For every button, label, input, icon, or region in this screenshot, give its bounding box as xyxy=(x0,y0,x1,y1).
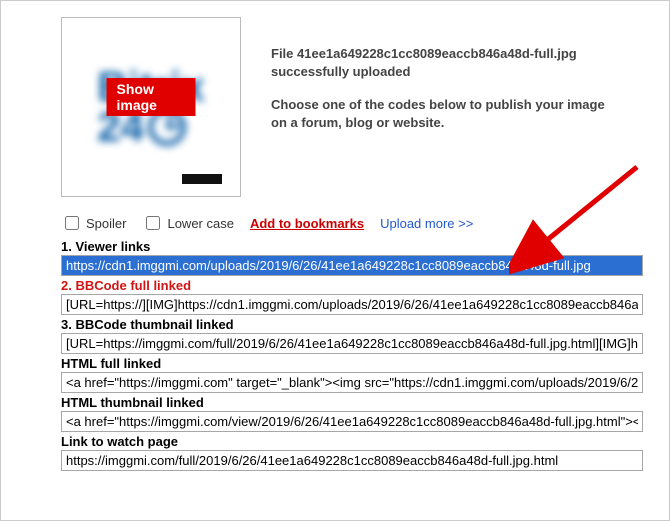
viewer-links-label: 1. Viewer links xyxy=(61,239,643,254)
upload-info: File 41ee1a649228c1cc8089eaccb846a48d-fu… xyxy=(271,45,611,147)
watch-page-input[interactable] xyxy=(61,450,643,471)
html-thumb-label: HTML thumbnail linked xyxy=(61,395,643,410)
html-full-input[interactable] xyxy=(61,372,643,393)
watch-page-label: Link to watch page xyxy=(61,434,643,449)
spoiler-label: Spoiler xyxy=(86,216,126,231)
bbcode-thumb-label: 3. BBCode thumbnail linked xyxy=(61,317,643,332)
html-thumb-input[interactable] xyxy=(61,411,643,432)
lowercase-label: Lower case xyxy=(167,216,233,231)
html-full-label: HTML full linked xyxy=(61,356,643,371)
lowercase-checkbox[interactable] xyxy=(146,216,160,230)
redacted-bar xyxy=(182,174,222,184)
add-to-bookmarks-link[interactable]: Add to bookmarks xyxy=(250,216,364,231)
page-frame: Bitrix 24 Show image File 41ee1a649228c1… xyxy=(0,0,670,521)
upload-instructions: Choose one of the codes below to publish… xyxy=(271,96,611,131)
uploaded-filename: 41ee1a649228c1cc8089eaccb846a48d-full.jp… xyxy=(297,46,577,61)
bbcode-full-input[interactable] xyxy=(61,294,643,315)
spoiler-checkbox[interactable] xyxy=(65,216,79,230)
upload-more-link[interactable]: Upload more >> xyxy=(380,216,473,231)
viewer-links-input[interactable] xyxy=(61,255,643,276)
show-image-button[interactable]: Show image xyxy=(107,78,196,116)
links-section: 1. Viewer links 2. BBCode full linked 3.… xyxy=(61,239,643,471)
bbcode-full-label: 2. BBCode full linked xyxy=(61,278,643,293)
bbcode-thumb-input[interactable] xyxy=(61,333,643,354)
upload-success-line: File 41ee1a649228c1cc8089eaccb846a48d-fu… xyxy=(271,45,611,80)
thumbnail-container: Bitrix 24 Show image xyxy=(61,17,241,197)
